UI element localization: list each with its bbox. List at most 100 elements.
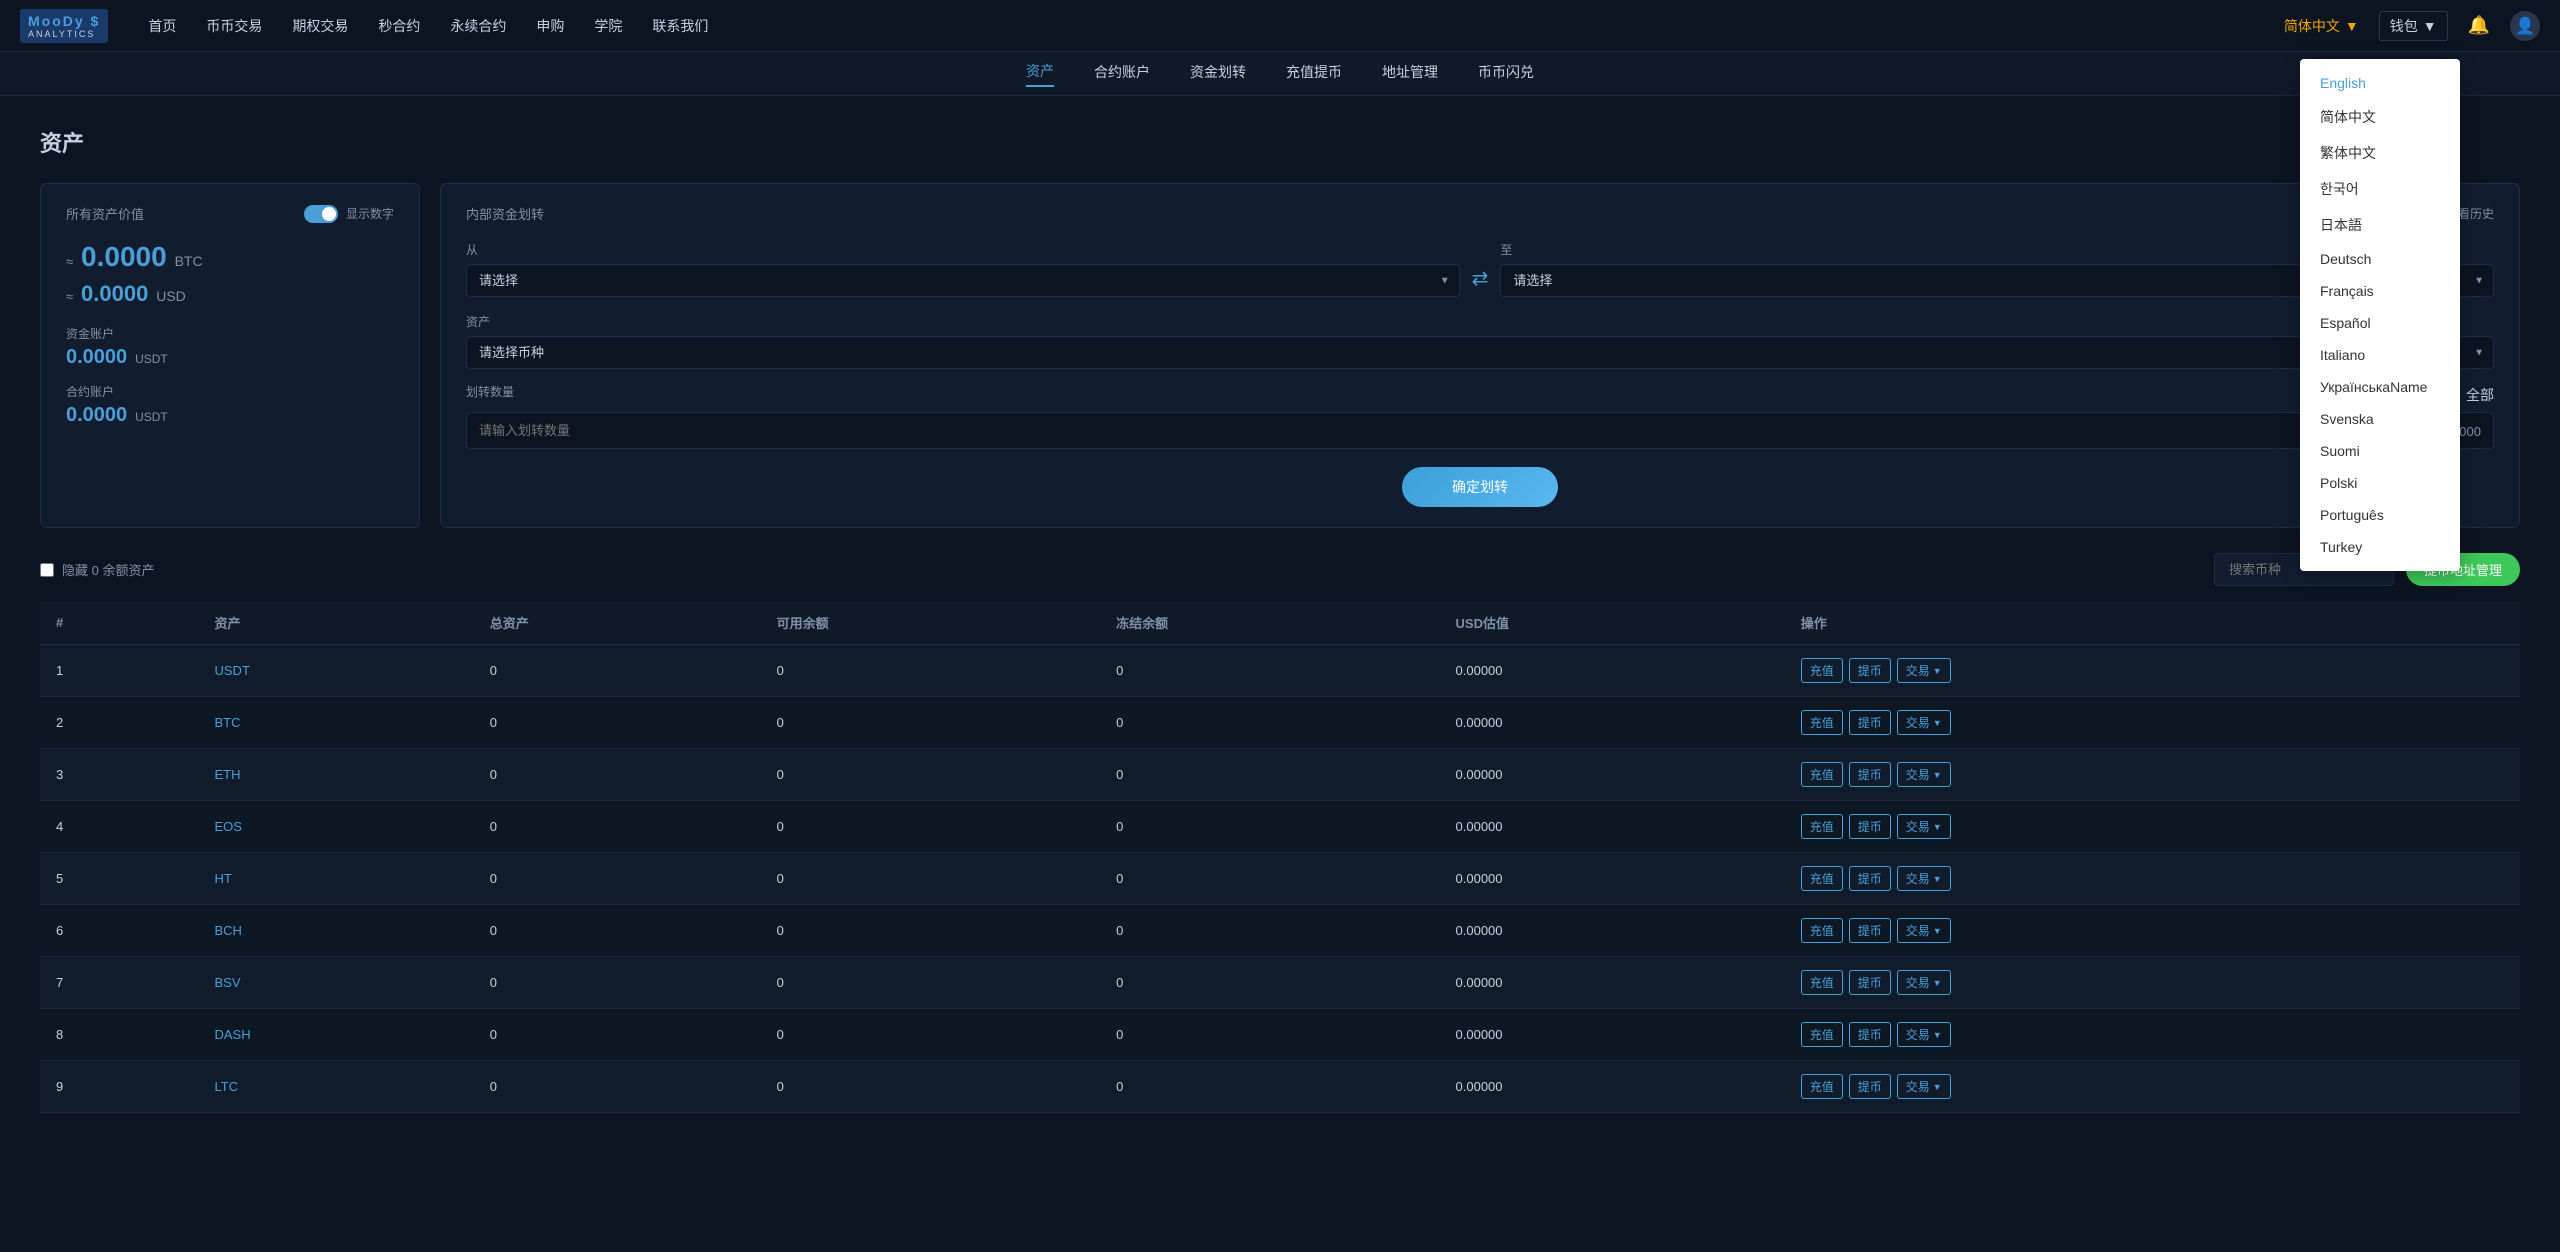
withdraw-button[interactable]: 提币 xyxy=(1849,866,1891,891)
charge-button[interactable]: 充值 xyxy=(1801,1074,1843,1099)
trade-button[interactable]: 交易 ▼ xyxy=(1897,970,1951,995)
cell-available: 0 xyxy=(761,905,1100,957)
logo-analytics: ANALYTICS xyxy=(28,29,100,39)
tab-transfer[interactable]: 资金划转 xyxy=(1190,62,1246,86)
nav-home[interactable]: 首页 xyxy=(148,16,176,36)
table-row: 7 BSV 0 0 0 0.00000 充值 提币 交易 ▼ xyxy=(40,957,2520,1009)
chevron-down-icon: ▼ xyxy=(2423,18,2437,34)
hide-zero-checkbox[interactable] xyxy=(40,563,54,577)
wallet-button[interactable]: 钱包 ▼ xyxy=(2379,11,2448,41)
action-buttons: 充值 提币 交易 ▼ xyxy=(1801,918,2504,943)
nav-links: 首页 币币交易 期权交易 秒合约 永续合约 申购 学院 联系我们 xyxy=(148,16,708,36)
cell-total: 0 xyxy=(474,905,761,957)
nav-ipo[interactable]: 申购 xyxy=(536,16,564,36)
lang-item-pl[interactable]: Polski xyxy=(2300,467,2460,499)
user-avatar[interactable]: 👤 xyxy=(2510,11,2540,41)
charge-button[interactable]: 充值 xyxy=(1801,658,1843,683)
notification-bell-icon[interactable]: 🔔 xyxy=(2468,15,2490,36)
lang-item-it[interactable]: Italiano xyxy=(2300,339,2460,371)
contract-account-value: 0.0000 xyxy=(66,404,127,426)
nav-second[interactable]: 秒合约 xyxy=(378,16,420,36)
nav-spot[interactable]: 币币交易 xyxy=(206,16,262,36)
show-numbers-toggle[interactable] xyxy=(304,205,338,223)
cell-num: 3 xyxy=(40,749,199,801)
lang-item-de[interactable]: Deutsch xyxy=(2300,243,2460,275)
amount-label: 划转数量 xyxy=(466,383,514,400)
table-row: 2 BTC 0 0 0 0.00000 充值 提币 交易 ▼ xyxy=(40,697,2520,749)
trade-button[interactable]: 交易 ▼ xyxy=(1897,918,1951,943)
toggle-row: 显示数字 xyxy=(304,205,394,223)
lang-item-english[interactable]: English xyxy=(2300,67,2460,99)
lang-item-zh-tw[interactable]: 繁体中文 xyxy=(2300,135,2460,171)
withdraw-button[interactable]: 提币 xyxy=(1849,814,1891,839)
cell-num: 6 xyxy=(40,905,199,957)
nav-options[interactable]: 期权交易 xyxy=(292,16,348,36)
withdraw-button[interactable]: 提币 xyxy=(1849,970,1891,995)
cell-actions: 充值 提币 交易 ▼ xyxy=(1785,801,2520,853)
cell-available: 0 xyxy=(761,801,1100,853)
cell-num: 7 xyxy=(40,957,199,1009)
exchange-icon[interactable]: ⇄ xyxy=(1472,266,1489,291)
trade-button[interactable]: 交易 ▼ xyxy=(1897,1074,1951,1099)
asset-select[interactable]: 请选择币种 xyxy=(466,336,2494,369)
from-select-wrapper: 从 请选择 xyxy=(466,241,1460,297)
trade-button[interactable]: 交易 ▼ xyxy=(1897,762,1951,787)
lang-item-tr[interactable]: Turkey xyxy=(2300,531,2460,563)
trade-button[interactable]: 交易 ▼ xyxy=(1897,710,1951,735)
trade-button[interactable]: 交易 ▼ xyxy=(1897,658,1951,683)
logo[interactable]: MooDy $ ANALYTICS xyxy=(20,9,108,43)
lang-item-sv[interactable]: Svenska xyxy=(2300,403,2460,435)
tab-address[interactable]: 地址管理 xyxy=(1382,62,1438,86)
lang-item-uk[interactable]: УкраїнськаName xyxy=(2300,371,2460,403)
nav-contact[interactable]: 联系我们 xyxy=(652,16,708,36)
withdraw-button[interactable]: 提币 xyxy=(1849,710,1891,735)
chevron-down-icon: ▼ xyxy=(2345,18,2359,34)
withdraw-button[interactable]: 提币 xyxy=(1849,1074,1891,1099)
contract-account-unit: USDT xyxy=(135,410,168,424)
lang-item-es[interactable]: Español xyxy=(2300,307,2460,339)
charge-button[interactable]: 充值 xyxy=(1801,1022,1843,1047)
tab-deposit[interactable]: 充值提币 xyxy=(1286,62,1342,86)
withdraw-button[interactable]: 提币 xyxy=(1849,658,1891,683)
tab-contract[interactable]: 合约账户 xyxy=(1094,62,1150,86)
amount-input-row: 余额: .0000 xyxy=(466,412,2494,449)
toggle-label: 显示数字 xyxy=(346,205,394,222)
charge-button[interactable]: 充值 xyxy=(1801,762,1843,787)
withdraw-button[interactable]: 提币 xyxy=(1849,918,1891,943)
language-dropdown: English 简体中文 繁体中文 한국어 日本語 Deutsch França… xyxy=(2300,59,2460,571)
withdraw-button[interactable]: 提币 xyxy=(1849,762,1891,787)
confirm-transfer-button[interactable]: 确定划转 xyxy=(1402,467,1558,507)
contract-account-label: 合约账户 xyxy=(66,383,394,400)
usd-value-row: ≈ 0.0000 USD xyxy=(66,281,394,307)
cards-row: 所有资产价值 显示数字 ≈ 0.0000 BTC ≈ 0.0000 USD 资金… xyxy=(40,183,2520,528)
col-total: 总资产 xyxy=(474,601,761,645)
amount-input[interactable] xyxy=(466,412,2392,449)
lang-item-fi[interactable]: Suomi xyxy=(2300,435,2460,467)
tab-flash[interactable]: 币币闪兑 xyxy=(1478,62,1534,86)
lang-item-pt[interactable]: Português xyxy=(2300,499,2460,531)
from-select[interactable]: 请选择 xyxy=(466,264,1460,297)
amount-section: 划转数量 全部 余额: .0000 xyxy=(466,383,2494,449)
charge-button[interactable]: 充值 xyxy=(1801,814,1843,839)
lang-item-fr[interactable]: Français xyxy=(2300,275,2460,307)
language-button[interactable]: 简体中文 ▼ xyxy=(2284,16,2359,36)
charge-button[interactable]: 充值 xyxy=(1801,866,1843,891)
nav-perpetual[interactable]: 永续合约 xyxy=(450,16,506,36)
charge-button[interactable]: 充值 xyxy=(1801,710,1843,735)
lang-item-ja[interactable]: 日本語 xyxy=(2300,207,2460,243)
trade-button[interactable]: 交易 ▼ xyxy=(1897,1022,1951,1047)
charge-button[interactable]: 充值 xyxy=(1801,970,1843,995)
cell-available: 0 xyxy=(761,645,1100,697)
charge-button[interactable]: 充值 xyxy=(1801,918,1843,943)
lang-item-zh-cn[interactable]: 简体中文 xyxy=(2300,99,2460,135)
tab-assets[interactable]: 资产 xyxy=(1026,61,1054,87)
from-label: 从 xyxy=(466,241,1460,258)
trade-button[interactable]: 交易 ▼ xyxy=(1897,814,1951,839)
transfer-card: 内部资金划转 🕐 查看历史 从 请选择 ⇄ 至 xyxy=(440,183,2520,528)
withdraw-button[interactable]: 提币 xyxy=(1849,1022,1891,1047)
nav-academy[interactable]: 学院 xyxy=(594,16,622,36)
table-header-row: # 资产 总资产 可用余额 冻结余额 USD估值 操作 xyxy=(40,601,2520,645)
lang-item-ko[interactable]: 한국어 xyxy=(2300,171,2460,207)
chevron-down-icon: ▼ xyxy=(1933,874,1942,884)
trade-button[interactable]: 交易 ▼ xyxy=(1897,866,1951,891)
